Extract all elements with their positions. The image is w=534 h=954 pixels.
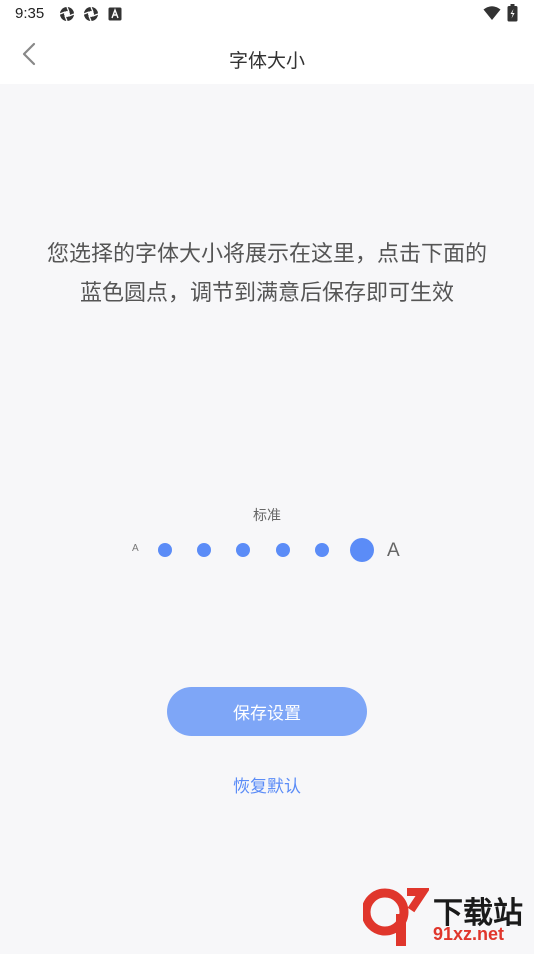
size-dot-2[interactable] — [197, 543, 211, 557]
status-bar: 9:35 — [0, 0, 534, 28]
wifi-icon — [483, 5, 501, 25]
size-dot-6-selected[interactable] — [350, 538, 374, 562]
size-dot-4[interactable] — [276, 543, 290, 557]
app-header: 字体大小 — [0, 28, 534, 84]
page-title: 字体大小 — [228, 50, 305, 72]
small-size-marker: A — [132, 543, 139, 554]
size-dot-1[interactable] — [158, 543, 172, 557]
aperture-icon — [59, 6, 75, 26]
status-time: 9:35 — [15, 5, 45, 22]
large-size-marker: A — [387, 540, 400, 561]
watermark: 下载站 91xz.net — [361, 884, 533, 950]
restore-default-link[interactable]: 恢复默认 — [0, 772, 534, 797]
size-dot-5[interactable] — [315, 543, 329, 557]
watermark-logo-icon — [361, 884, 431, 954]
aperture-icon — [83, 6, 99, 26]
save-settings-button[interactable]: 保存设置 — [167, 687, 367, 736]
watermark-url: 91xz.net — [433, 924, 505, 944]
a-box-icon — [108, 6, 122, 25]
current-size-label: 标准 — [253, 508, 281, 524]
preview-line: 您选择的字体大小将展示在这里，点击下面的 — [46, 242, 487, 267]
font-preview-text: 您选择的字体大小将展示在这里，点击下面的 蓝色圆点，调节到满意后保存即可生效 — [16, 235, 518, 313]
preview-line: 蓝色圆点，调节到满意后保存即可生效 — [79, 281, 454, 306]
battery-icon — [507, 4, 518, 26]
size-dot-3[interactable] — [236, 543, 250, 557]
